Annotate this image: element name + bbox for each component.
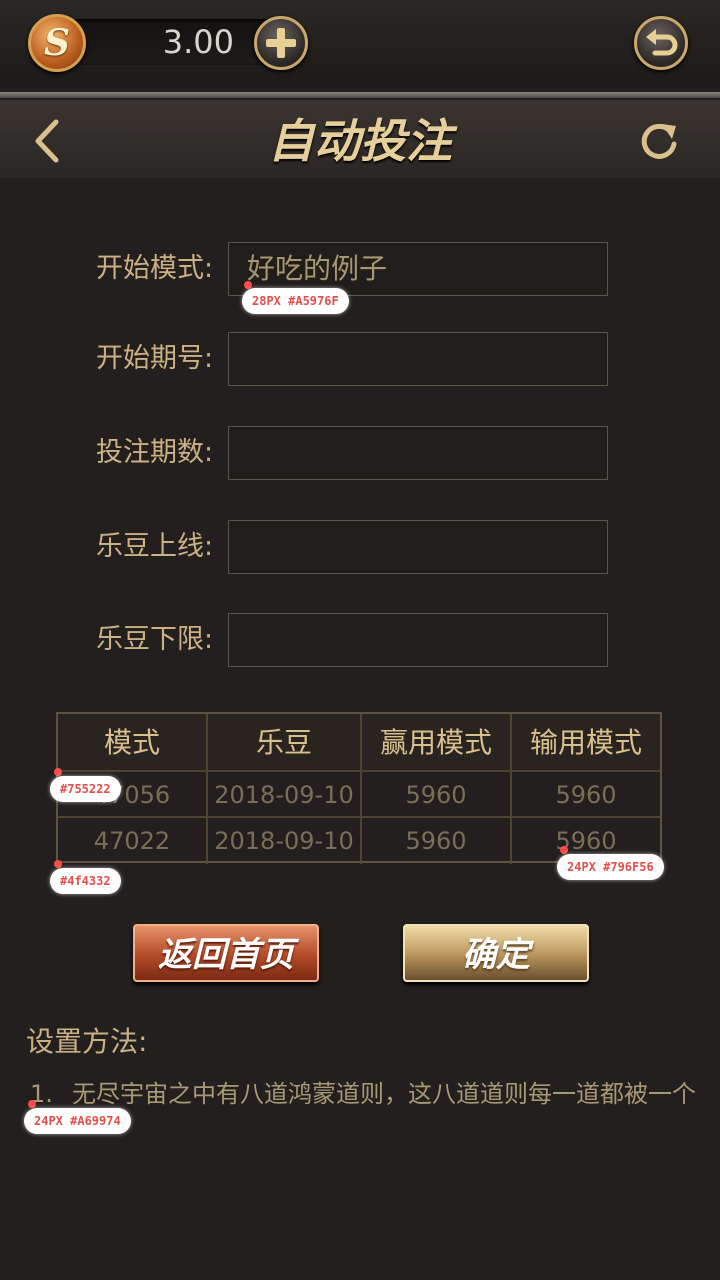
annotation-tag-howto-text: 24PX #A69974 [24,1108,131,1134]
bet-periods-input[interactable] [228,426,608,480]
bean-upper-input[interactable] [228,520,608,574]
table-header-bean: 乐豆 [208,714,362,772]
chevron-left-icon [35,119,59,163]
coin-balance: 3.00 [162,23,234,61]
annotation-tag-table-text: 24PX #796F56 [557,854,664,880]
annotation-dot [560,846,568,854]
refresh-icon [641,123,677,159]
table-cell: 5960 [362,772,512,818]
back-button[interactable] [30,118,70,164]
bean-lower-input[interactable] [228,613,608,667]
bet-periods-label: 投注期数: [96,437,214,468]
annotation-dot [54,768,62,776]
plus-icon [266,28,296,58]
annotation-dot [28,1100,36,1108]
coin-symbol: S [44,22,70,64]
howto-title: 设置方法: [26,1025,148,1058]
bean-lower-label: 乐豆下限: [96,624,214,655]
annotation-tag-header-bg: #755222 [50,776,121,802]
start-period-input[interactable] [228,332,608,386]
return-button[interactable] [634,16,688,70]
return-arrow-icon [646,29,678,56]
start-period-label: 开始期号: [96,343,214,374]
table-header-win-mode: 赢用模式 [362,714,512,772]
table-header-mode: 模式 [58,714,208,772]
annotation-tag-table-border: #4f4332 [50,868,121,894]
annotation-dot [54,860,62,868]
coin-icon: S [28,14,86,72]
back-home-button[interactable]: 返回首页 [133,924,319,982]
header-divider [0,92,720,98]
table-cell: 2018-09-10 [208,772,362,818]
refresh-button[interactable] [636,118,684,166]
table-cell: 2018-09-10 [208,818,362,864]
bean-upper-label: 乐豆上线: [96,531,214,562]
table-cell: 47022 [58,818,208,864]
add-coins-button[interactable] [254,16,308,70]
table-header-lose-mode: 输用模式 [512,714,660,772]
annotation-tag-input-font: 28PX #A5976F [242,288,349,314]
table-cell: 5960 [512,772,660,818]
howto-item: 1. 无尽宇宙之中有八道鸿蒙道则，这八道道则每一道都被一个 [30,1074,710,1114]
howto-item-text: 无尽宇宙之中有八道鸿蒙道则，这八道道则每一道都被一个 [72,1080,696,1108]
mode-table: 模式 乐豆 赢用模式 输用模式 47056 2018-09-10 5960 59… [56,712,662,864]
start-mode-label: 开始模式: [96,253,214,284]
table-cell: 5960 [362,818,512,864]
confirm-button[interactable]: 确定 [403,924,589,982]
page-title: 自动投注 [268,114,452,168]
